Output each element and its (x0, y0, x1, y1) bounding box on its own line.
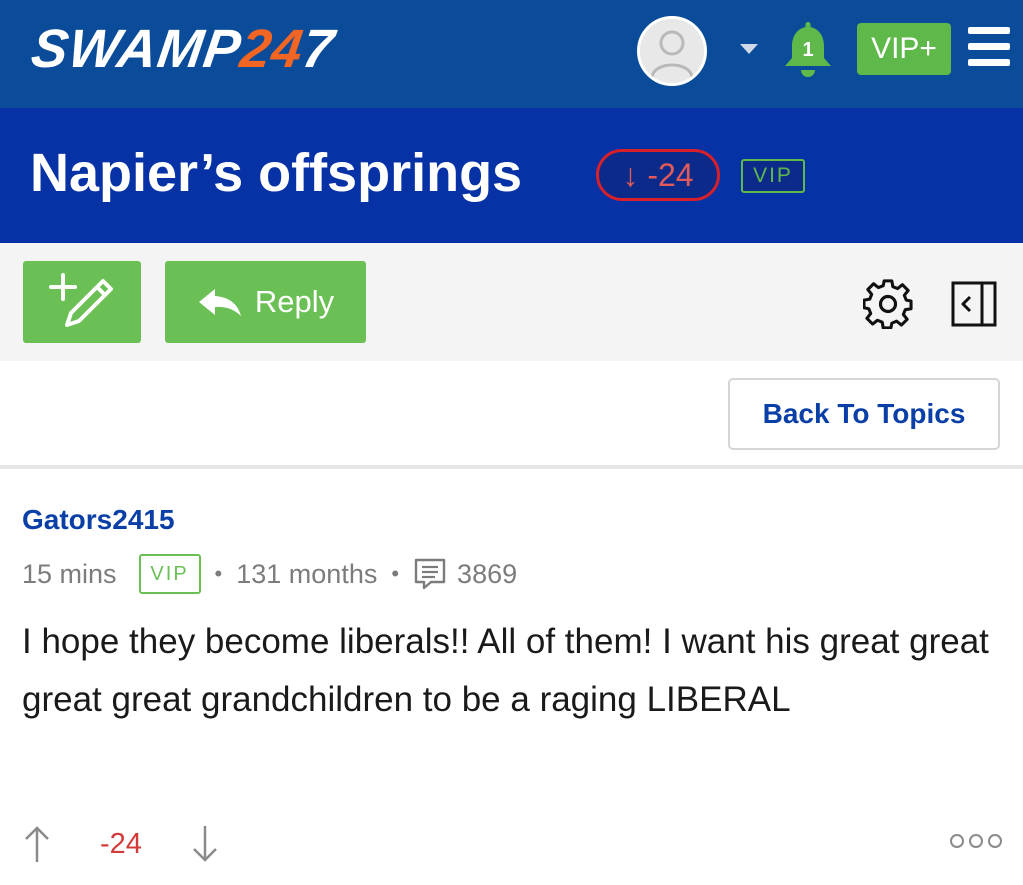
section-divider (0, 465, 1023, 469)
logo-text-24: 24 (236, 19, 308, 79)
site-logo[interactable]: SWAMP 24 7 (28, 14, 339, 84)
gear-icon[interactable] (863, 279, 913, 329)
thread-vip-badge: VIP (741, 159, 805, 193)
post-author[interactable]: Gators2415 (22, 504, 175, 536)
user-avatar[interactable] (637, 16, 707, 86)
thread-title-band: Napier’s offsprings ↓ -24 VIP (0, 108, 1023, 243)
user-silhouette-icon (640, 19, 704, 83)
vote-controls: -24 (22, 818, 220, 870)
vote-count: -24 (100, 827, 142, 860)
chevron-down-icon[interactable] (740, 44, 758, 54)
collapse-panel-icon[interactable] (950, 280, 998, 328)
top-header: SWAMP 24 7 1 VIP+ (0, 0, 1023, 108)
logo-text-swamp: SWAMP (27, 19, 246, 79)
author-vip-badge: VIP (138, 554, 201, 594)
hamburger-menu-icon[interactable] (968, 27, 1010, 67)
author-post-count: 3869 (457, 558, 518, 589)
notification-count: 1 (802, 39, 813, 61)
new-post-button[interactable] (23, 261, 141, 343)
post-meta: 15 mins VIP • 131 months • 3869 (22, 553, 517, 595)
thread-score-badge: ↓ -24 (596, 149, 720, 201)
reply-label: Reply (254, 284, 335, 319)
post-time: 15 mins (22, 558, 117, 589)
meta-separator: • (391, 561, 400, 586)
downvote-arrow-icon[interactable] (190, 824, 220, 864)
author-tenure: 131 months (236, 558, 378, 589)
post-body: I hope they become liberals!! All of the… (22, 622, 989, 719)
comment-icon (414, 558, 446, 590)
reply-arrow-icon (198, 289, 241, 316)
back-to-topics-button[interactable]: Back To Topics (728, 378, 1000, 450)
reply-button[interactable]: Reply (165, 261, 366, 343)
bell-icon[interactable]: 1 (782, 18, 834, 80)
pencil-plus-icon (49, 273, 113, 327)
meta-separator: • (214, 561, 223, 586)
more-options-icon[interactable] (950, 828, 1002, 854)
upvote-arrow-icon[interactable] (22, 824, 52, 864)
action-bar: Reply (0, 243, 1023, 361)
vip-plus-button[interactable]: VIP+ (857, 23, 951, 75)
thread-title: Napier’s offsprings (30, 143, 523, 203)
